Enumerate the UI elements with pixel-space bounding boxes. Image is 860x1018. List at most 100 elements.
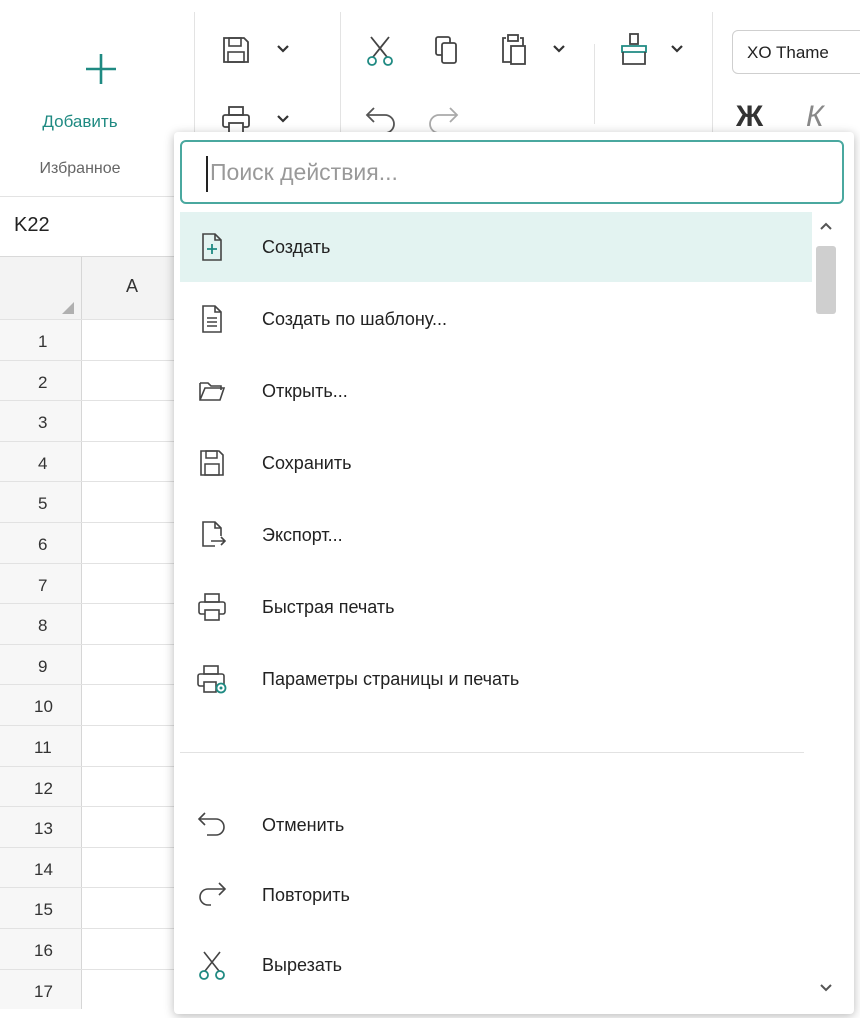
redo-icon <box>196 879 228 911</box>
action-item-new-document[interactable]: Создать <box>180 212 812 282</box>
sheet-cell[interactable] <box>82 970 182 1010</box>
action-item-label: Отменить <box>262 815 345 835</box>
paste-icon[interactable] <box>498 32 530 66</box>
sheet-row: 6 <box>0 521 182 563</box>
action-item-label: Параметры страницы и печать <box>262 669 520 689</box>
add-button-label: Добавить <box>42 112 118 131</box>
ribbon-bottom-border <box>0 196 180 197</box>
cut-icon <box>196 949 228 981</box>
sheet-cell[interactable] <box>82 848 182 888</box>
action-item-export[interactable]: Экспорт... <box>180 500 812 570</box>
cell-reference-box[interactable]: K22 <box>14 214 50 237</box>
theme-select[interactable]: XO Thame <box>732 30 860 74</box>
action-item-label: Вырезать <box>262 955 343 975</box>
action-item-redo[interactable]: Повторить <box>180 860 812 930</box>
action-item-label: Повторить <box>262 885 350 905</box>
format-painter-icon[interactable] <box>618 32 650 66</box>
sheet-row: 13 <box>0 806 182 847</box>
sheet-cell[interactable] <box>82 767 182 807</box>
chevron-down-icon[interactable] <box>552 44 566 54</box>
row-header[interactable]: 7 <box>0 563 82 604</box>
row-header[interactable]: 13 <box>0 807 82 847</box>
row-header[interactable]: 6 <box>0 522 82 563</box>
action-item-print[interactable]: Быстрая печать <box>180 572 812 642</box>
sheet-row: 2 <box>0 359 182 401</box>
action-search-input[interactable] <box>210 150 810 194</box>
add-button[interactable]: Добавить <box>0 0 180 150</box>
action-item-label: Экспорт... <box>262 525 343 545</box>
sheet-row: 4 <box>0 440 182 482</box>
row-header[interactable]: 15 <box>0 888 82 928</box>
row-header[interactable]: 9 <box>0 644 82 685</box>
italic-button[interactable]: К <box>806 100 824 134</box>
sheet-cell[interactable] <box>82 320 182 360</box>
sheet-row: 17 <box>0 968 182 1010</box>
action-list-divider <box>180 752 804 753</box>
sheet-cell[interactable] <box>82 645 182 685</box>
favorites-group-label: Избранное <box>39 160 121 177</box>
action-list-scrollbar[interactable] <box>814 212 838 1002</box>
sheet-row: 8 <box>0 603 182 644</box>
row-header[interactable]: 1 <box>0 320 82 360</box>
sheet-cell[interactable] <box>82 807 182 847</box>
action-item-template-document[interactable]: Создать по шаблону... <box>180 284 812 354</box>
row-header[interactable]: 8 <box>0 604 82 644</box>
action-item-open-folder[interactable]: Открыть... <box>180 356 812 426</box>
chevron-down-icon[interactable] <box>276 44 290 54</box>
scroll-down-icon[interactable] <box>818 982 834 994</box>
action-item-label: Создать по шаблону... <box>262 309 447 329</box>
copy-icon[interactable] <box>432 34 462 66</box>
sheet-cell[interactable] <box>82 604 182 644</box>
scroll-thumb[interactable] <box>816 246 836 314</box>
action-item-label: Создать <box>262 237 331 257</box>
row-header[interactable]: 4 <box>0 441 82 482</box>
sheet-row: 10 <box>0 684 182 725</box>
row-header[interactable]: 11 <box>0 725 82 766</box>
action-item-label: Быстрая печать <box>262 597 395 617</box>
row-header[interactable]: 3 <box>0 401 82 441</box>
action-item-page-setup-print[interactable]: Параметры страницы и печать <box>180 644 812 714</box>
row-list: 1 2 3 4 5 6 7 8 9 10 11 12 13 14 15 16 17 <box>0 319 182 1010</box>
print-icon <box>196 591 228 623</box>
action-item-undo[interactable]: Отменить <box>180 790 812 860</box>
scroll-up-icon[interactable] <box>818 220 834 232</box>
cut-icon[interactable] <box>364 34 396 68</box>
sheet-cell[interactable] <box>82 929 182 969</box>
sheet-cell[interactable] <box>82 442 182 482</box>
chevron-down-icon[interactable] <box>670 44 684 54</box>
sheet-cell[interactable] <box>82 564 182 604</box>
save-icon <box>196 447 228 479</box>
sheet-row: 11 <box>0 724 182 766</box>
chevron-down-icon[interactable] <box>276 114 290 124</box>
sheet-cell[interactable] <box>82 482 182 522</box>
sheet-cell[interactable] <box>82 685 182 725</box>
save-icon[interactable] <box>220 34 252 66</box>
row-header[interactable]: 14 <box>0 847 82 888</box>
template-document-icon <box>196 303 228 335</box>
sheet-row: 3 <box>0 400 182 441</box>
row-header[interactable]: 12 <box>0 766 82 807</box>
row-header[interactable]: 17 <box>0 969 82 1010</box>
sheet-cell[interactable] <box>82 401 182 441</box>
action-item-label: Сохранить <box>262 453 352 473</box>
row-header[interactable]: 5 <box>0 482 82 522</box>
sheet-cell[interactable] <box>82 888 182 928</box>
sheet-cell[interactable] <box>82 523 182 563</box>
sheet-row: 9 <box>0 643 182 685</box>
sheet-cell[interactable] <box>82 361 182 401</box>
bold-button[interactable]: Ж <box>736 100 763 134</box>
sheet-row: 14 <box>0 846 182 888</box>
sheet-cell[interactable] <box>82 726 182 766</box>
open-folder-icon <box>196 375 228 407</box>
row-header[interactable]: 16 <box>0 928 82 969</box>
column-header-a[interactable]: A <box>82 257 182 319</box>
action-item-save[interactable]: Сохранить <box>180 428 812 498</box>
row-header[interactable]: 10 <box>0 685 82 725</box>
sheet-row: 5 <box>0 481 182 522</box>
new-document-icon <box>196 231 228 263</box>
action-search-box[interactable] <box>180 140 844 204</box>
row-header[interactable]: 2 <box>0 360 82 401</box>
page-setup-print-icon <box>196 663 228 695</box>
sheet-row: 16 <box>0 927 182 969</box>
action-item-cut[interactable]: Вырезать <box>180 930 812 1000</box>
